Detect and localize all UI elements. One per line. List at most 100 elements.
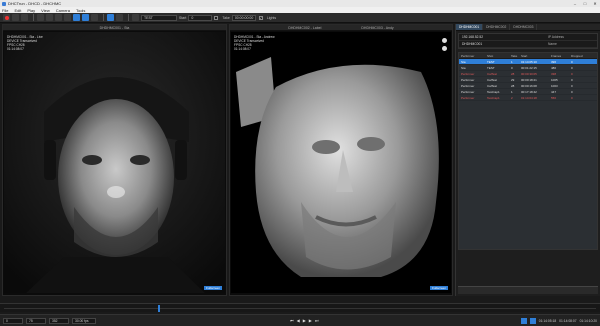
- menu-file[interactable]: File: [2, 8, 8, 13]
- table-cell: 486: [551, 65, 557, 70]
- window-controls: – □ ✕: [570, 1, 600, 6]
- table-cell: 556: [551, 95, 557, 100]
- home-icon[interactable]: [442, 46, 447, 51]
- take-icon: [132, 14, 139, 21]
- layout-dual-button[interactable]: [82, 14, 89, 21]
- col-shot[interactable]: Shot: [487, 54, 511, 58]
- step-forward-icon[interactable]: ▶: [309, 318, 312, 323]
- col-frames[interactable]: Frames: [551, 54, 571, 58]
- lights-checkbox[interactable]: ✓: [258, 15, 263, 20]
- play-icon[interactable]: ▶: [303, 318, 306, 323]
- close-button[interactable]: ✕: [590, 1, 600, 6]
- menu-camera[interactable]: Camera: [56, 8, 70, 13]
- skip-end-icon[interactable]: ⏭: [315, 318, 319, 323]
- table-cell: 1: [511, 89, 513, 94]
- layout-quad-button[interactable]: [73, 14, 80, 21]
- playhead[interactable]: [158, 305, 160, 312]
- tab-device-2[interactable]: DHDHMC002: [483, 24, 511, 30]
- orbit-icon[interactable]: [442, 38, 447, 43]
- mesh-image-right: [231, 32, 451, 293]
- skip-start-icon[interactable]: ⏮: [290, 318, 294, 323]
- viewport-right-tools: [442, 38, 447, 51]
- panel-footer: [458, 286, 598, 294]
- mesh-view-right[interactable]: DHDHMC001 - Sta - Andrew DEVICE Transcei…: [231, 32, 451, 293]
- ip-address-value[interactable]: 192.168.52.52: [462, 35, 548, 39]
- take-checkbox[interactable]: [214, 15, 219, 20]
- take-label: Take: [222, 15, 230, 20]
- tab-device-3[interactable]: DHDHMC003: [510, 24, 538, 30]
- loop-button[interactable]: [520, 318, 527, 324]
- table-cell: 28: [511, 83, 515, 88]
- device-tabs: DHDHMC001 DHDHMC002 DHDHMC003: [456, 24, 600, 31]
- device-name-value[interactable]: DHDHMC001: [462, 42, 548, 46]
- timeline-track[interactable]: [4, 308, 596, 309]
- table-cell: CalTest: [487, 71, 498, 76]
- table-cell: Sta: [461, 65, 466, 70]
- layout-stack-button[interactable]: [55, 14, 62, 21]
- timeline[interactable]: [0, 303, 600, 312]
- col-take[interactable]: Take: [511, 54, 521, 58]
- view-alt-button[interactable]: [116, 14, 123, 21]
- layout-split-button[interactable]: [64, 14, 71, 21]
- table-cell: 2: [511, 95, 513, 100]
- timecode-end: 01:14:10:20: [579, 319, 597, 323]
- step-back-icon[interactable]: ◀: [297, 318, 300, 323]
- col-dropped[interactable]: Dropped: [571, 54, 591, 58]
- menu-view[interactable]: View: [41, 8, 50, 13]
- menu-tools[interactable]: Tools: [76, 8, 85, 13]
- viewport-right-overlay: DHDHMC001 - Sta - Andrew DEVICE Transcei…: [234, 35, 275, 51]
- viewport-right[interactable]: DHDHMC002 - Label DHDHMC003 - Andy DHDHM…: [229, 24, 453, 296]
- table-cell: 0: [571, 65, 573, 70]
- menu-edit[interactable]: Edit: [14, 8, 21, 13]
- start-field[interactable]: 0: [188, 14, 213, 21]
- table-cell: 0: [571, 83, 573, 88]
- viewport-right-title-2: DHDHMC003 - Andy: [361, 25, 394, 30]
- table-cell: 28: [511, 71, 515, 76]
- fps-field[interactable]: 30.00 fps: [72, 317, 96, 324]
- frame-end-field[interactable]: 352: [49, 317, 69, 324]
- camera-feed-left[interactable]: DHDHMC001 - Sta - Live DEVICE Transceive…: [4, 32, 225, 293]
- table-cell: Performer: [461, 89, 475, 94]
- table-cell: 01:14:05:10: [521, 59, 537, 64]
- table-cell: CalTest: [487, 77, 498, 82]
- frame-start-field[interactable]: 0: [3, 317, 23, 324]
- fullscreen-button-left[interactable]: Fullscreen: [204, 286, 222, 290]
- frame-current-field[interactable]: 75: [26, 317, 46, 324]
- face-image-left: [4, 32, 225, 293]
- col-performer[interactable]: Performer: [459, 54, 487, 58]
- toolbar-divider: [128, 14, 129, 21]
- take-time-field[interactable]: 00:00:00:00: [231, 14, 256, 21]
- layout-row-button[interactable]: [37, 14, 44, 21]
- timecode-start: 01:14:05:18: [538, 319, 557, 323]
- device-properties: 192.168.52.52 IP Address DHDHMC001 Name: [458, 33, 598, 49]
- table-cell: TEST: [487, 65, 495, 70]
- timecode-current: 01:14:08:07: [559, 319, 577, 323]
- table-row[interactable]: Performer TestCap1 2 01:14:04:18 556 0: [459, 95, 597, 101]
- take-name-field[interactable]: TEST: [141, 14, 177, 21]
- device-name-label: Name: [548, 42, 557, 46]
- viewport-left[interactable]: DHDHMC001 - Sta DHDHMC001 - Sta - Live D…: [2, 24, 227, 296]
- table-cell: 29: [511, 77, 515, 82]
- view-mode-button[interactable]: [107, 14, 114, 21]
- stop-button[interactable]: [12, 14, 19, 21]
- table-cell: 1005: [551, 77, 558, 82]
- table-cell: 01:14:04:18: [521, 95, 537, 100]
- menu-play[interactable]: Play: [27, 8, 35, 13]
- maximize-button[interactable]: □: [580, 1, 590, 6]
- tab-device-1[interactable]: DHDHMC001: [456, 24, 484, 30]
- layout-list-button[interactable]: [91, 14, 98, 21]
- takes-table: Performer Shot Take Start Frames Dropped…: [458, 52, 598, 250]
- layout-grid-button[interactable]: [46, 14, 53, 21]
- start-label: Start: [179, 15, 187, 20]
- table-cell: 00:00:30:05: [521, 71, 537, 76]
- layout-single-button[interactable]: [21, 14, 28, 21]
- fullscreen-button-right[interactable]: Fullscreen: [430, 286, 448, 290]
- sync-button[interactable]: [529, 318, 536, 324]
- table-cell: 0: [571, 89, 573, 94]
- timecode-group: 01:14:05:18 01:14:08:07 01:14:10:20: [520, 318, 597, 324]
- minimize-button[interactable]: –: [570, 1, 580, 6]
- lights-label: Lights: [266, 15, 277, 20]
- record-button[interactable]: [3, 14, 10, 21]
- col-start[interactable]: Start: [521, 54, 551, 58]
- overlay-line: 01:14:08:07: [234, 47, 251, 51]
